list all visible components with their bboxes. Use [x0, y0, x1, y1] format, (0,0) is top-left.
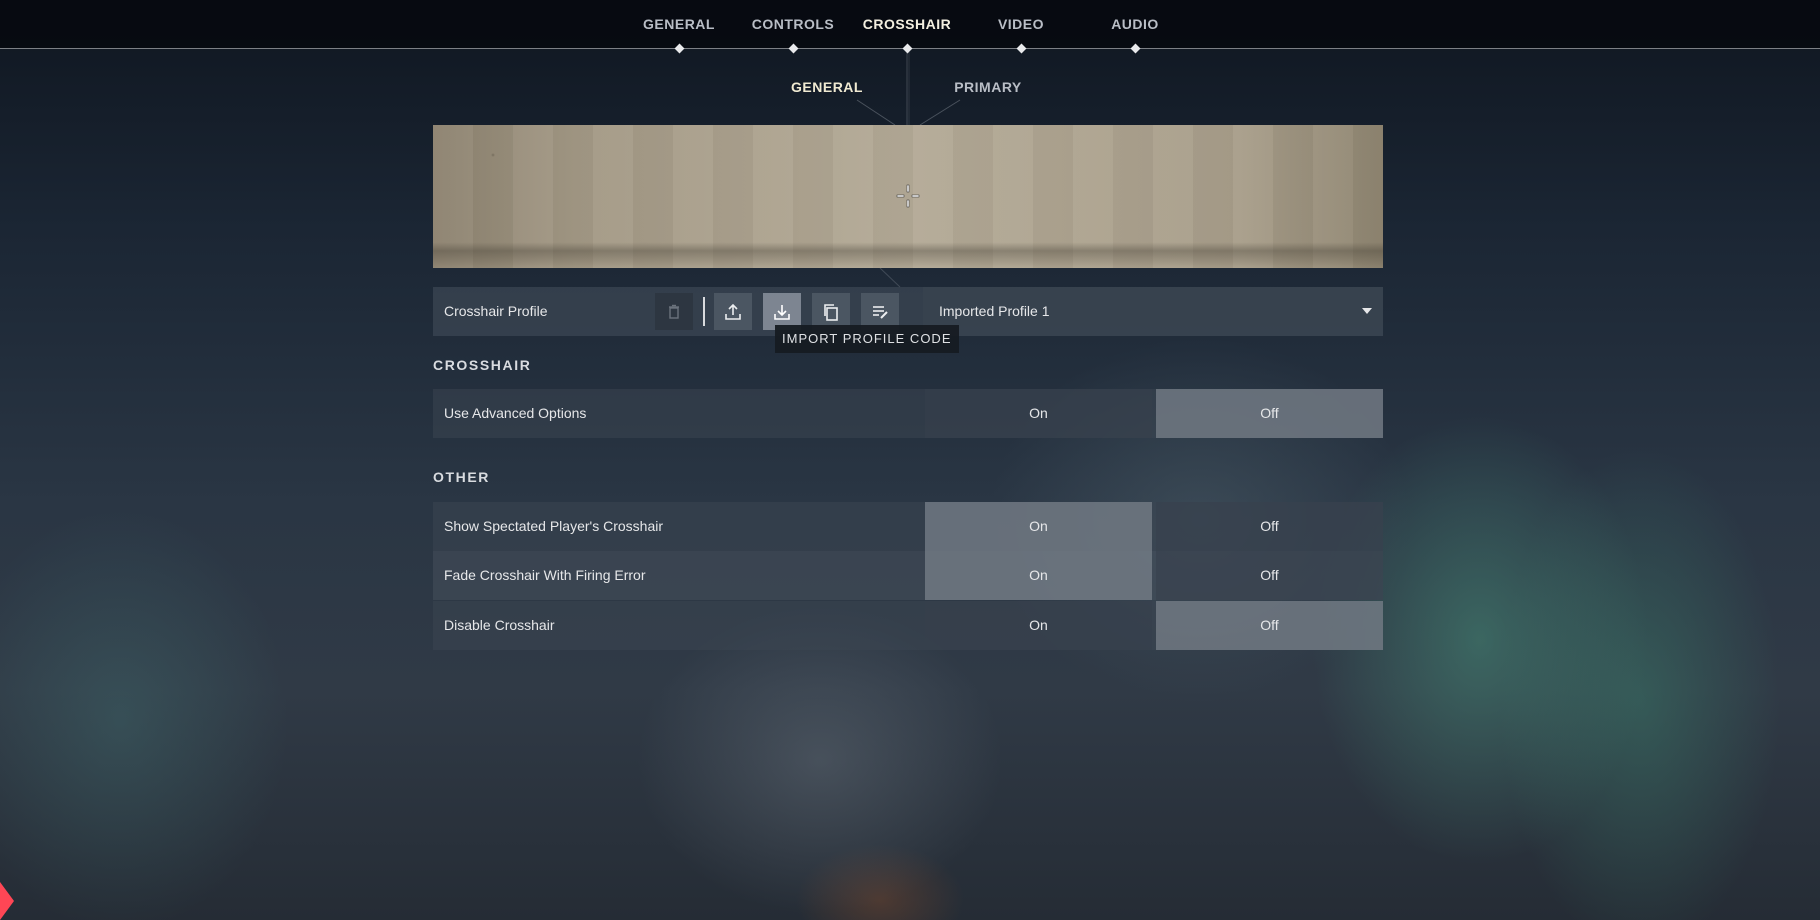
- copy-icon: [824, 303, 838, 321]
- import-profile-tooltip: IMPORT PROFILE CODE: [775, 325, 959, 353]
- setting-label: Fade Crosshair With Firing Error: [444, 567, 646, 583]
- option-off[interactable]: Off: [1156, 502, 1383, 551]
- rename-icon: [873, 305, 888, 319]
- profile-dropdown[interactable]: Imported Profile 1: [923, 287, 1383, 336]
- delete-profile-button[interactable]: [655, 293, 693, 330]
- crosshair-preview: [433, 125, 1383, 268]
- option-on[interactable]: On: [925, 389, 1152, 438]
- toolbar-divider: [703, 297, 705, 326]
- option-off[interactable]: Off: [1156, 551, 1383, 600]
- export-profile-button[interactable]: [714, 293, 752, 330]
- import-icon: [774, 304, 790, 320]
- section-title-other: OTHER: [433, 469, 490, 485]
- setting-row-disable-crosshair: Disable Crosshair On Off: [433, 601, 1383, 650]
- setting-row-show-spectated-crosshair: Show Spectated Player's Crosshair On Off: [433, 502, 1383, 551]
- setting-row-fade-crosshair: Fade Crosshair With Firing Error On Off: [433, 551, 1383, 600]
- chevron-down-icon: [1362, 308, 1372, 314]
- setting-row-use-advanced-options: Use Advanced Options On Off: [433, 389, 1383, 438]
- setting-label: Disable Crosshair: [444, 617, 555, 633]
- option-on[interactable]: On: [925, 502, 1152, 551]
- option-off[interactable]: Off: [1156, 601, 1383, 650]
- option-on[interactable]: On: [925, 551, 1152, 600]
- profile-dropdown-value: Imported Profile 1: [939, 303, 1050, 319]
- trash-icon: [669, 304, 679, 319]
- setting-label: Use Advanced Options: [444, 405, 587, 421]
- option-off[interactable]: Off: [1156, 389, 1383, 438]
- section-title-crosshair: CROSSHAIR: [433, 357, 532, 373]
- subtab-primary[interactable]: PRIMARY: [928, 79, 1048, 95]
- subtab-general[interactable]: GENERAL: [767, 79, 887, 95]
- profile-label: Crosshair Profile: [444, 303, 548, 319]
- setting-label: Show Spectated Player's Crosshair: [444, 518, 663, 534]
- brand-accent-corner: [0, 882, 14, 920]
- crosshair-icon: [896, 184, 920, 208]
- export-icon: [725, 303, 741, 320]
- option-on[interactable]: On: [925, 601, 1152, 650]
